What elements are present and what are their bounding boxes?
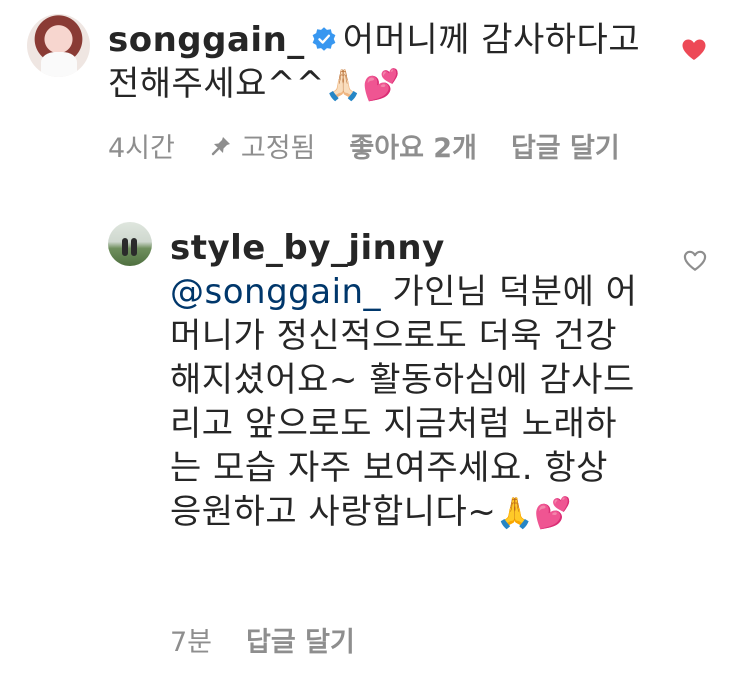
- comment-meta: 7분 답글 달기: [170, 620, 355, 659]
- reply-button[interactable]: 답글 달기: [246, 620, 355, 659]
- pin-icon: [211, 136, 230, 155]
- comment-meta: 4시간 고정됨 좋아요 2개 답글 달기: [108, 126, 620, 165]
- folded-hands-icon: 🙏🏻: [324, 68, 363, 103]
- reply-button[interactable]: 답글 달기: [511, 126, 620, 165]
- verified-badge-icon: [312, 26, 336, 51]
- mention-link[interactable]: @songgain_: [170, 272, 381, 312]
- timestamp: 7분: [170, 627, 213, 658]
- avatar[interactable]: [108, 222, 152, 266]
- comment-body: style_by_jinny @songgain_ 가인님 덕분에 어머니가 정…: [170, 226, 640, 536]
- username[interactable]: songgain_: [108, 20, 305, 60]
- two-hearts-icon: 💕: [534, 496, 573, 531]
- pinned-label: 고정됨: [240, 133, 316, 164]
- avatar[interactable]: [27, 14, 90, 77]
- folded-hands-icon: 🙏: [496, 496, 535, 531]
- avatar-figure: [131, 238, 137, 256]
- username[interactable]: style_by_jinny: [170, 228, 445, 268]
- timestamp: 4시간: [108, 133, 175, 164]
- comment-body: songgain_ 어머니께 감사하다고 전해주세요^^🙏🏻💕: [108, 18, 668, 108]
- avatar-figure: [122, 238, 128, 256]
- liked-heart-icon[interactable]: [681, 38, 707, 62]
- pinned-indicator: 고정됨: [209, 126, 316, 165]
- likes-count-button[interactable]: 좋아요 2개: [349, 126, 477, 165]
- like-heart-outline-icon[interactable]: [683, 250, 707, 272]
- two-hearts-icon: 💕: [362, 68, 401, 103]
